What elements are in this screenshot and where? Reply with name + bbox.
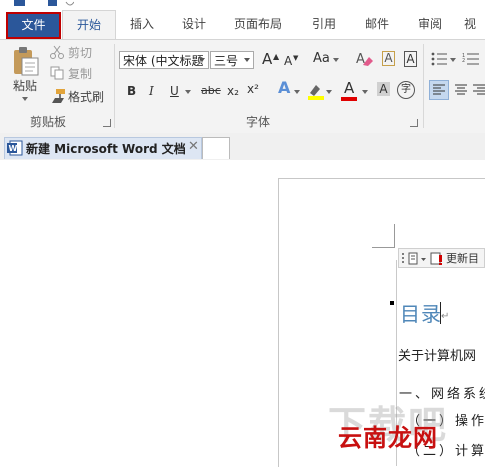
toc-entry[interactable]: 关于计算机网 — [398, 345, 476, 364]
close-tab-icon[interactable]: ✕ — [188, 139, 199, 154]
shrink-font-arrow-icon: ▼ — [293, 54, 299, 62]
tab-mailings[interactable]: 邮件 — [355, 10, 399, 38]
margin-crop-mark — [394, 224, 395, 248]
watermark-text: 云南龙网 — [338, 424, 438, 452]
svg-text:2: 2 — [462, 58, 465, 64]
font-name-combo[interactable]: 宋体 (中文标题 — [119, 51, 209, 69]
align-center-icon[interactable] — [452, 81, 470, 99]
clipboard-launcher-icon[interactable] — [103, 119, 111, 127]
bold-button[interactable]: B — [127, 83, 136, 99]
align-left-icon — [433, 84, 445, 95]
new-tab-button[interactable] — [202, 137, 230, 159]
format-painter-icon — [52, 89, 65, 103]
bullets-icon[interactable]: 1 2 — [430, 50, 485, 68]
toc-menu-icon[interactable] — [408, 252, 426, 265]
tab-page-layout[interactable]: 页面布局 — [226, 10, 290, 38]
format-painter-button[interactable]: 格式刷 — [68, 89, 104, 105]
change-case-dropdown-icon[interactable] — [333, 58, 339, 62]
text-effects-button[interactable]: A — [278, 80, 290, 96]
grow-font-button[interactable]: A — [262, 51, 272, 67]
tab-review[interactable]: 审阅 — [408, 10, 452, 38]
font-size-value: 三号 — [214, 54, 239, 68]
font-color-swatch — [341, 97, 357, 101]
superscript-button[interactable]: x² — [247, 81, 259, 97]
toc-control-icons — [402, 252, 442, 265]
font-group-label: 字体 — [246, 115, 271, 129]
change-case-button[interactable]: Aa — [313, 51, 330, 67]
tab-view[interactable]: 视 — [464, 10, 485, 38]
font-name-dropdown-icon[interactable] — [199, 58, 205, 62]
margin-crop-mark — [372, 247, 395, 248]
underline-button[interactable]: U — [170, 83, 179, 99]
quick-access-toolbar[interactable] — [14, 0, 74, 10]
shrink-font-button[interactable]: A — [284, 53, 292, 69]
font-color-button[interactable]: A — [344, 80, 354, 96]
word-document-icon: W — [7, 140, 23, 156]
underline-dropdown-icon[interactable] — [185, 90, 191, 94]
subscript-button[interactable]: x₂ — [227, 83, 239, 99]
toc-heading[interactable]: 目录 — [400, 298, 442, 327]
copy-button[interactable]: 复制 — [68, 66, 92, 82]
tab-file[interactable]: 文件 — [6, 12, 61, 39]
text-effects-dropdown-icon[interactable] — [294, 90, 300, 94]
group-separator — [114, 44, 115, 128]
copy-icon — [50, 66, 64, 80]
font-name-value: 宋体 (中文标题 — [123, 54, 204, 68]
grow-font-arrow-icon: ▲ — [273, 52, 280, 61]
document-tab-title: 新建 Microsoft Word 文档 — [26, 142, 186, 156]
enclose-characters-button[interactable]: 字 — [397, 81, 415, 99]
strikethrough-button[interactable]: abc — [201, 83, 221, 99]
clipboard-group-label: 剪贴板 — [30, 115, 67, 129]
font-color-dropdown-icon[interactable] — [362, 90, 368, 94]
italic-button[interactable]: I — [149, 83, 154, 99]
title-bar — [0, 0, 485, 10]
update-table-icon[interactable] — [430, 252, 442, 265]
paste-icon — [14, 47, 39, 76]
svg-text:W: W — [9, 144, 18, 153]
align-right-icon[interactable] — [472, 81, 485, 99]
font-launcher-icon[interactable] — [410, 119, 418, 127]
eraser-icon — [363, 57, 373, 66]
tab-insert[interactable]: 插入 — [120, 10, 164, 38]
update-table-button[interactable]: 更新目 — [446, 250, 479, 266]
tab-home[interactable]: 开始 — [62, 10, 116, 40]
char-enclosure-button[interactable]: A — [404, 51, 417, 67]
font-size-dropdown-icon[interactable] — [244, 58, 250, 62]
tab-references[interactable]: 引用 — [302, 10, 346, 38]
paragraph-mark: ↵ — [441, 311, 450, 322]
highlight-icon — [308, 85, 324, 100]
highlight-dropdown-icon[interactable] — [326, 90, 332, 94]
paragraph-anchor-mark — [390, 301, 394, 305]
char-border-button[interactable]: A — [382, 51, 395, 66]
font-size-combo[interactable]: 三号 — [210, 51, 254, 69]
paste-dropdown-icon[interactable] — [22, 97, 28, 101]
align-left-button[interactable] — [429, 80, 449, 100]
tab-design[interactable]: 设计 — [172, 10, 216, 38]
cut-button[interactable]: 剪切 — [68, 45, 92, 61]
group-separator — [423, 44, 424, 128]
paste-button[interactable]: 粘贴 — [13, 78, 37, 94]
char-shading-button[interactable]: A — [377, 82, 390, 96]
cut-icon — [50, 45, 64, 59]
